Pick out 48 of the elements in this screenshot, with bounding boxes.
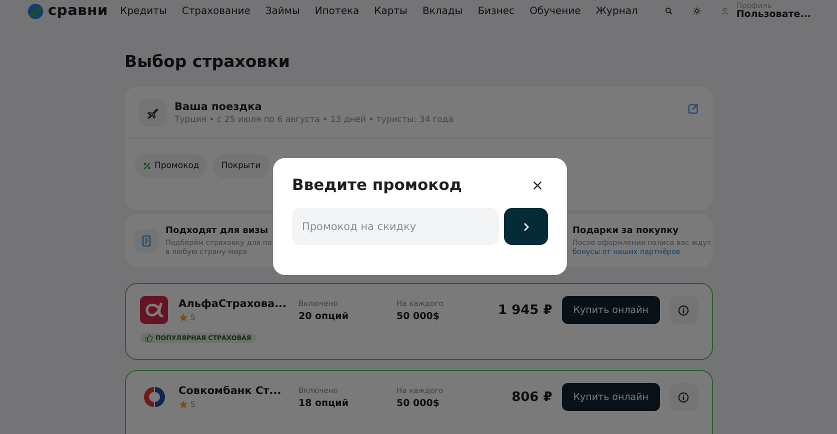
profile-name[interactable]: Пользовате... [736,10,811,20]
logo-icon [27,2,44,20]
dialog-title: Введите промокод [292,176,462,194]
coverage-value: 50 000$ [396,398,440,408]
info-button[interactable] [670,296,698,324]
chevron-right-icon [521,222,531,232]
document-icon [140,234,152,246]
submit-button[interactable] [504,208,548,245]
nav-link[interactable]: Кредиты [112,6,174,16]
nav-link[interactable]: Обучение [522,6,588,16]
coverage-value: 50 000$ [396,310,440,322]
promo-code-field[interactable]: Промокод на скидку [292,208,499,245]
star-icon [178,313,188,322]
page-title: Выбор страховки [124,52,291,71]
percent-icon [142,162,150,170]
included-value: 18 опций [298,398,350,408]
nav-link[interactable]: Займы [258,6,308,16]
benefit-title: Подходят для визы [166,226,270,236]
price: 1 945 ₽ [498,302,552,318]
trip-details: Турция • с 25 июля по 6 августа • 13 дней • туристы: 34 года [174,115,455,125]
insurer-name[interactable]: Совкомбанк Ст... [178,385,298,397]
price: 806 ₽ [512,390,552,404]
nav-link[interactable]: Вклады [414,6,470,16]
trip-title: Ваша поездка [174,101,263,113]
search-icon[interactable] [665,6,674,16]
buy-button[interactable]: Купить онлайн [562,296,660,324]
edit-icon[interactable] [688,103,698,114]
info-button[interactable] [670,383,698,411]
logo-text[interactable]: сравни [48,3,108,19]
info-icon [678,392,689,402]
info-icon [678,304,689,316]
included-value: 20 опций [298,310,350,322]
star-icon [178,400,188,409]
nav-link[interactable]: Журнал [588,6,646,16]
sun-icon[interactable] [693,6,701,16]
nav-link[interactable]: Страхование [174,6,258,16]
close-icon[interactable] [533,180,542,190]
nav-link[interactable]: Ипотека [307,6,367,16]
insurer-name[interactable]: АльфаСтрахова... [178,298,298,310]
nav-link[interactable]: Бизнес [470,6,522,16]
nav-link[interactable]: Карты [366,6,415,16]
filter-chip[interactable]: Покрыти [213,154,269,178]
filter-chip[interactable]: Промокод [134,154,208,178]
benefit-title: Подарки за покупку [572,226,680,236]
thumbs-up-icon [144,334,152,342]
buy-button[interactable]: Купить онлайн [562,383,660,411]
alpha-logo-icon [140,296,168,324]
plane-icon [146,106,160,120]
